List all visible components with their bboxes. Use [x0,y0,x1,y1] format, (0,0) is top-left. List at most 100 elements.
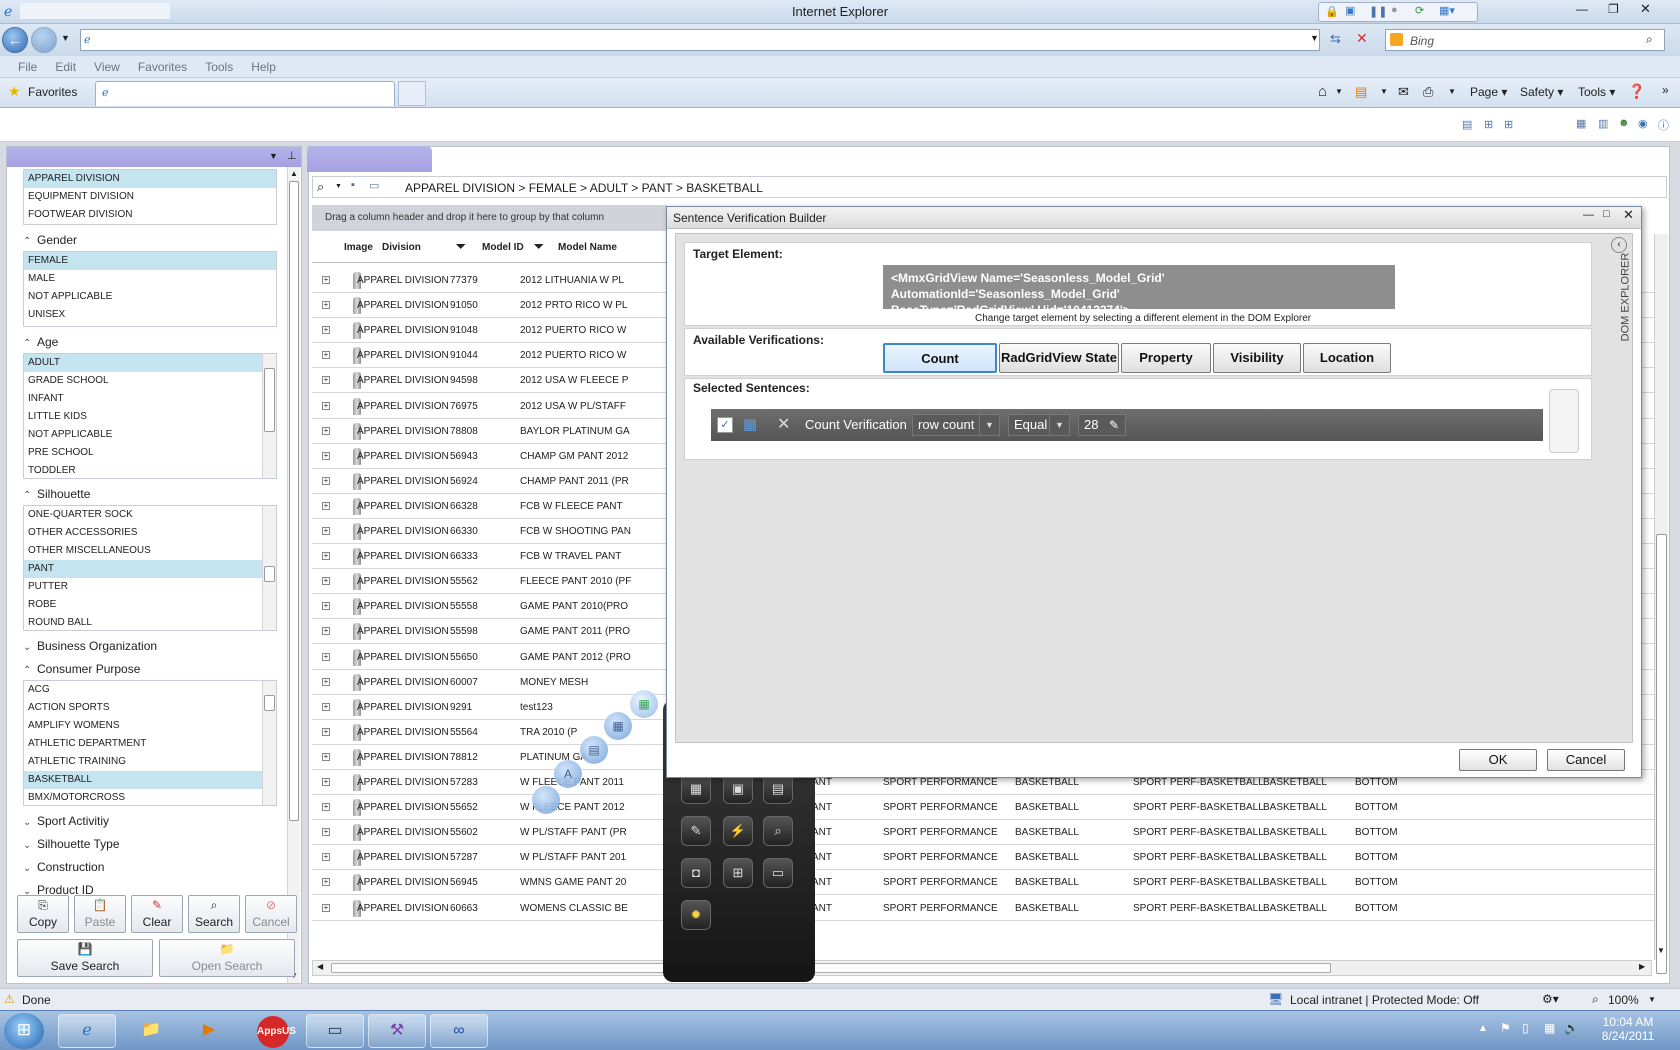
menu-favorites[interactable]: Favorites [138,60,187,74]
field-dropdown[interactable]: row count ▼ [912,414,1000,436]
help-icon[interactable]: ❓ [1628,83,1645,100]
refresh-icon[interactable]: ⟳ [1415,4,1424,17]
check-icon[interactable]: ✓ [717,417,733,433]
widget-search-icon[interactable]: ⌕ [763,816,793,846]
list-item[interactable]: ONE-QUARTER SOCK [24,506,276,524]
widget-window-icon[interactable]: ▭ [763,858,793,888]
menu-tools[interactable]: Tools [205,60,233,74]
bubble-table-icon[interactable]: ▤ [580,736,608,764]
column-header-model-id[interactable]: Model ID [482,242,524,253]
minimize-icon[interactable]: — [1576,2,1588,16]
silhouette-type-group-header[interactable]: ⌄ Silhouette Type [23,833,120,855]
remove-sentence-icon[interactable]: ✕ [777,414,790,434]
taskbar-infinity[interactable]: ∞ [430,1014,488,1048]
restore-icon[interactable]: ❐ [1608,2,1619,16]
widget-lightning-icon[interactable]: ⚡ [723,816,753,846]
property-button[interactable]: Property [1121,343,1211,373]
tray-expand-icon[interactable]: ▲ [1478,1023,1488,1034]
group-by-bar[interactable]: Drag a column header and drop it here to… [312,205,667,231]
ok-button[interactable]: OK [1459,749,1537,771]
expand-row-icon[interactable]: + [322,351,330,359]
silhouette-scroll-thumb[interactable] [264,566,275,582]
expand-row-icon[interactable]: + [322,452,330,460]
widget-sun-icon[interactable]: ✹ [681,900,711,930]
list-item[interactable]: ATHLETIC TRAINING [24,753,276,771]
home-icon[interactable]: ⌂ [1318,83,1327,100]
consumer-scrollbar[interactable] [262,681,276,805]
safety-menu[interactable]: Safety ▾ [1520,85,1563,99]
filter-icon[interactable]: ⏷ [456,239,466,254]
expand-row-icon[interactable]: + [322,627,330,635]
list-item[interactable]: PANT [24,560,262,578]
dom-explorer-tab[interactable]: ‹ DOM EXPLORER [1609,237,1631,347]
search-dropdown-icon[interactable]: ▼ [335,183,342,190]
protected-mode-icon[interactable]: ⚙▾ [1542,992,1559,1006]
silhouette-group-header[interactable]: ⌃ Silhouette [23,483,90,505]
business-org-group-header[interactable]: ⌄ Business Organization [23,635,157,657]
list-item[interactable]: FOOTWEAR DIVISION [24,206,276,224]
back-button[interactable]: ← [2,27,28,53]
print-icon[interactable]: ⎙ [1423,84,1433,100]
expand-row-icon[interactable]: + [322,301,330,309]
consumer-scroll-thumb[interactable] [264,695,275,711]
taskbar-explorer[interactable]: 📁 [122,1014,180,1048]
tray-flag-icon[interactable]: ⚑ [1500,1021,1511,1035]
grid-tools-icon[interactable]: ▦▾ [1439,4,1455,17]
paste-button[interactable]: 📋 Paste [74,895,126,933]
document-icon[interactable]: ▭ [369,179,379,192]
table-row[interactable]: + APPAREL DIVISION 57287 W PL/STAFF PANT 20… [312,845,1654,870]
history-dropdown-icon[interactable]: ▼ [61,33,70,43]
browser-tab[interactable]: ℯ [95,81,395,106]
list-item[interactable]: INFANT [24,390,276,408]
construction-group-header[interactable]: ⌄ Construction [23,856,104,878]
list-item[interactable]: ATHLETIC DEPARTMENT [24,735,276,753]
tray-network-icon[interactable]: ▦ [1544,1021,1555,1035]
taskbar-ie[interactable]: ℯ [58,1014,116,1048]
widget-mouse-icon[interactable]: ◘ [681,858,711,888]
chevron-right-icon[interactable]: » [1662,83,1669,97]
security-zone[interactable]: Local intranet | Protected Mode: Off [1290,993,1479,1007]
silhouette-scrollbar[interactable] [262,506,276,630]
table-row[interactable]: +APPAREL DIVISION60663WOMENS CLASSIC BEA… [312,896,1654,921]
expand-row-icon[interactable]: + [322,728,330,736]
expand-row-icon[interactable]: + [322,703,330,711]
expand-row-icon[interactable]: + [322,402,330,410]
address-bar[interactable]: ℯ [80,29,1320,51]
list-item[interactable]: ADULT [24,354,262,372]
sentence-scrollbar[interactable] [1549,389,1579,453]
panel-scroll-thumb[interactable] [289,181,299,821]
tools-menu[interactable]: Tools ▾ [1578,85,1615,99]
column-header-model-name[interactable]: Model Name [558,242,617,253]
open-search-button[interactable]: 📁 Open Search [159,939,295,977]
radgridview-state-button[interactable]: RadGridView State [999,343,1119,373]
list-item[interactable]: LITTLE KIDS [24,408,276,426]
pause-icon[interactable]: ❚❚ [1369,5,1387,18]
list-item[interactable]: EQUIPMENT DIVISION [24,188,276,206]
list-item[interactable]: TODDLER [24,462,276,478]
pin-icon[interactable]: ⊥ [287,149,297,162]
window-icon[interactable]: ▣ [1345,4,1355,17]
list-item[interactable]: UNISEX [24,306,276,324]
panel-menu-icon[interactable]: ▼ [269,151,278,161]
cancel-search-button[interactable]: ⊘ Cancel [245,895,297,933]
maximize-icon[interactable]: □ [1603,208,1610,220]
list-item[interactable]: OTHER ACCESSORIES [24,524,276,542]
list-item[interactable]: NOT APPLICABLE [24,288,276,306]
widget-notes-icon[interactable]: ✎ [681,816,711,846]
stop-icon[interactable]: ✕ [1356,30,1368,47]
tray-volume-icon[interactable]: 🔈 [1564,1021,1579,1035]
scroll-right-icon[interactable]: ▶ [1639,962,1645,971]
search-icon[interactable]: ⌕ [317,179,324,195]
minimize-icon[interactable]: — [1583,209,1594,221]
expand-row-icon[interactable]: + [322,653,330,661]
menu-edit[interactable]: Edit [55,60,76,74]
widget-screen-icon[interactable]: ▣ [723,774,753,804]
search-box[interactable]: Bing ⌕ [1385,29,1665,51]
dialog-cancel-button[interactable]: Cancel [1547,749,1625,771]
add-panel-icon[interactable]: ⊞ [1504,118,1513,131]
zoom-icon[interactable]: ⌕ [1592,992,1599,1007]
expand-row-icon[interactable]: + [322,778,330,786]
taskbar-media[interactable]: ▶ [180,1014,238,1048]
widget-grid-icon[interactable]: ⊞ [723,858,753,888]
split-icon[interactable]: ⊞ [1484,118,1493,131]
